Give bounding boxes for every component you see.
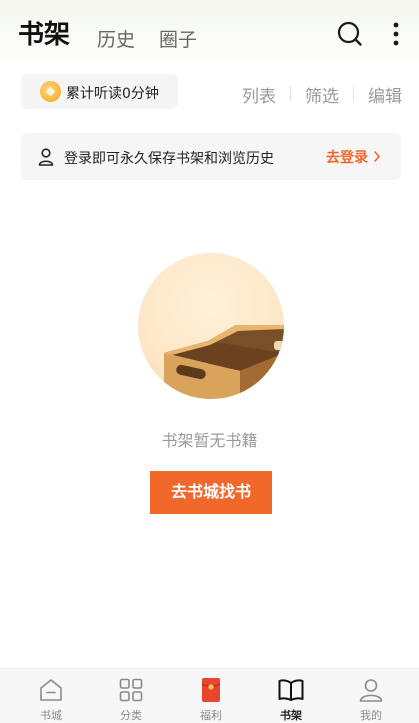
listen-time-pill[interactable]: 累计听读0分钟 [21, 74, 178, 109]
tab-bookshelf[interactable]: 书架 [18, 14, 70, 51]
nav-item-category[interactable]: 分类 [91, 669, 171, 723]
book-icon [278, 679, 304, 701]
box-icon [164, 325, 284, 399]
edit-button[interactable]: 编辑 [368, 82, 402, 107]
login-prompt-text: 登录即可永久保存书架和浏览历史 [64, 151, 274, 167]
nav-label: 福利 [200, 709, 222, 722]
login-link[interactable]: 去登录 [326, 147, 368, 167]
user-icon [38, 148, 54, 166]
header: 书架 历史 圈子 [0, 0, 419, 70]
red-envelope-icon [201, 678, 221, 702]
more-icon[interactable] [382, 20, 410, 48]
nav-label: 书架 [280, 709, 302, 722]
divider [353, 86, 354, 100]
nav-item-welfare[interactable]: 福利 [171, 669, 251, 723]
search-icon[interactable] [336, 20, 364, 48]
tab-circle[interactable]: 圈子 [159, 25, 197, 52]
listen-time-text: 累计听读0分钟 [66, 86, 159, 102]
coin-icon [40, 81, 61, 102]
nav-label: 我的 [360, 709, 382, 722]
go-to-store-button[interactable]: 去书城找书 [150, 471, 272, 514]
login-banner[interactable]: 登录即可永久保存书架和浏览历史 去登录 [21, 133, 401, 180]
filter-button[interactable]: 筛选 [305, 82, 339, 107]
grid-icon [119, 678, 143, 702]
empty-message: 书架暂无书籍 [161, 431, 258, 450]
empty-box-illustration [138, 253, 284, 399]
home-icon [40, 679, 62, 701]
nav-label: 书城 [40, 709, 62, 722]
tab-history[interactable]: 历史 [97, 25, 135, 52]
list-view-button[interactable]: 列表 [242, 82, 276, 107]
profile-icon [359, 679, 383, 702]
nav-item-store[interactable]: 书城 [11, 669, 91, 723]
nav-item-bookshelf[interactable]: 书架 [251, 669, 331, 723]
bottom-nav: 书城 分类 福利 书架 我的 [0, 668, 419, 723]
chevron-right-icon [374, 151, 380, 162]
nav-item-mine[interactable]: 我的 [331, 669, 411, 723]
divider [290, 86, 291, 100]
nav-label: 分类 [120, 709, 142, 722]
